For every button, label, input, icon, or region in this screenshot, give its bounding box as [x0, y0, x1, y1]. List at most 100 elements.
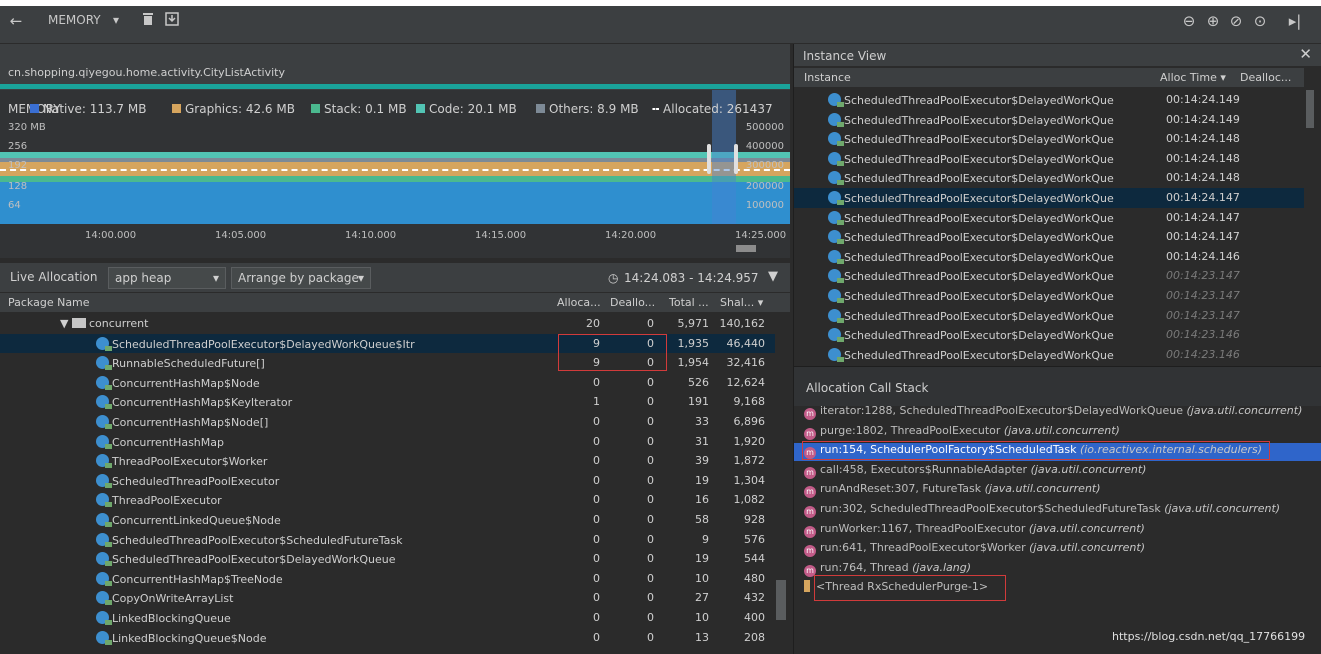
alloc-time: 00:14:24.148	[1166, 171, 1240, 185]
expand-arrow-icon[interactable]: ▼	[60, 317, 72, 330]
cell-alloc: 0	[593, 532, 600, 546]
col-package-name[interactable]: Package Name	[8, 296, 90, 309]
table-row[interactable]: ▼ concurrent 20 0 5,971 140,162	[0, 314, 775, 334]
selection-handle-left[interactable]	[707, 144, 711, 174]
stack-frame[interactable]: m call:458, Executors$RunnableAdapter (ja…	[804, 463, 1146, 481]
table-row[interactable]: ThreadPoolExecutor$Worker 0 0 39 1,872	[0, 451, 775, 471]
instance-scrollbar[interactable]	[1306, 90, 1314, 128]
instance-name: ScheduledThreadPoolExecutor$DelayedWorkQ…	[844, 94, 1114, 107]
memory-timeline[interactable]: MEMORY Native: 113.7 MB Graphics: 42.6 M…	[0, 90, 790, 258]
class-name: ScheduledThreadPoolExecutor	[96, 473, 279, 488]
col-shallow-size[interactable]: Shal... ▾	[720, 296, 763, 309]
col-allocations[interactable]: Alloca...	[557, 296, 601, 309]
col-total-count[interactable]: Total ...	[669, 296, 709, 309]
cell-shallow: 1,920	[733, 434, 766, 448]
instance-row[interactable]: ScheduledThreadPoolExecutor$DelayedWorkQ…	[794, 129, 1304, 149]
col-deallocations[interactable]: Deallo...	[610, 296, 655, 309]
class-icon	[96, 336, 112, 351]
table-row[interactable]: ConcurrentHashMap$Node[] 0 0 33 6,896	[0, 412, 775, 432]
class-icon	[828, 210, 844, 225]
col-instance[interactable]: Instance	[804, 71, 851, 84]
instance-row[interactable]: ScheduledThreadPoolExecutor$DelayedWorkQ…	[794, 168, 1304, 188]
zoom-out-icon[interactable]: ⊖	[1179, 10, 1199, 32]
cell-shallow: 928	[744, 513, 765, 526]
instance-row[interactable]: ScheduledThreadPoolExecutor$DelayedWorkQ…	[794, 306, 1304, 326]
alloc-time: 00:14:23.147	[1166, 289, 1240, 302]
cell-total: 1,935	[677, 336, 710, 350]
cell-total: 58	[695, 513, 709, 526]
class-icon	[828, 269, 844, 284]
chevron-down-icon[interactable]: ▾	[113, 13, 119, 27]
class-icon	[828, 347, 844, 362]
instance-row[interactable]: ScheduledThreadPoolExecutor$DelayedWorkQ…	[794, 266, 1304, 286]
trash-icon[interactable]	[138, 10, 158, 32]
instance-row[interactable]: ScheduledThreadPoolExecutor$DelayedWorkQ…	[794, 110, 1304, 130]
table-row[interactable]: ConcurrentHashMap$TreeNode 0 0 10 480	[0, 569, 775, 589]
stack-frame[interactable]: m runAndReset:307, FutureTask (java.util.…	[804, 482, 1101, 500]
stack-frame[interactable]: m run:641, ThreadPoolExecutor$Worker (jav…	[804, 541, 1145, 559]
heap-select[interactable]: app heap ▾	[108, 267, 226, 289]
instance-row[interactable]: ScheduledThreadPoolExecutor$DelayedWorkQ…	[794, 227, 1304, 247]
arrange-select[interactable]: Arrange by package ▾	[231, 267, 371, 289]
table-row[interactable]: ScheduledThreadPoolExecutor$DelayedWorkQ…	[0, 549, 775, 569]
frame-package: (java.util.concurrent)	[1186, 404, 1303, 417]
instance-row[interactable]: ScheduledThreadPoolExecutor$DelayedWorkQ…	[794, 149, 1304, 169]
class-icon	[828, 191, 844, 205]
zoom-fit-icon[interactable]: ⊙	[1250, 10, 1270, 32]
instance-row[interactable]: ScheduledThreadPoolExecutor$DelayedWorkQ…	[794, 286, 1304, 306]
selection-handle-right[interactable]	[734, 144, 738, 174]
cell-alloc: 0	[593, 513, 600, 526]
class-name-text: ThreadPoolExecutor$Worker	[112, 455, 268, 469]
alloc-time: 00:14:24.147	[1166, 210, 1240, 224]
cell-dealloc: 0	[647, 513, 654, 526]
col-dealloc-time[interactable]: Dealloc...	[1240, 71, 1291, 84]
table-row[interactable]: ConcurrentHashMap 0 0 31 1,920	[0, 432, 775, 452]
heap-dump-icon[interactable]	[162, 10, 182, 32]
go-live-icon[interactable]: ▸|	[1285, 10, 1305, 32]
instance-row[interactable]: ScheduledThreadPoolExecutor$DelayedWorkQ…	[794, 188, 1304, 208]
table-row[interactable]: CopyOnWriteArrayList 0 0 27 432	[0, 588, 775, 608]
profiler-dropdown[interactable]: MEMORY	[48, 13, 101, 27]
reset-zoom-icon[interactable]: ⊘	[1226, 10, 1246, 32]
stack-frame[interactable]: m purge:1802, ThreadPoolExecutor (java.ut…	[804, 424, 1120, 442]
col-alloc-time[interactable]: Alloc Time ▾	[1160, 71, 1226, 84]
table-row[interactable]: ConcurrentHashMap$Node 0 0 526 12,624	[0, 373, 775, 393]
frame-method: run:764, Thread	[820, 560, 909, 574]
table-row[interactable]: ConcurrentHashMap$KeyIterator 1 0 191 9,168	[0, 392, 775, 412]
table-row[interactable]: LinkedBlockingQueue$Node 0 0 13 208	[0, 628, 775, 648]
table-scrollbar[interactable]	[776, 580, 786, 620]
stack-frame[interactable]: m iterator:1288, ScheduledThreadPoolExecu…	[804, 404, 1302, 422]
class-name-text: CopyOnWriteArrayList	[112, 592, 234, 606]
filter-icon[interactable]: ▼	[768, 269, 778, 284]
table-row[interactable]: ScheduledThreadPoolExecutor 0 0 19 1,304	[0, 471, 775, 491]
timeline-scrollbar[interactable]	[736, 245, 756, 252]
alloc-time: 00:14:23.146	[1166, 347, 1240, 361]
table-row[interactable]: ScheduledThreadPoolExecutor$ScheduledFut…	[0, 530, 775, 550]
highlight-box	[802, 441, 1270, 461]
instance-row[interactable]: ScheduledThreadPoolExecutor$DelayedWorkQ…	[794, 247, 1304, 267]
close-icon[interactable]: ✕	[1299, 45, 1312, 63]
cell-dealloc: 0	[647, 375, 654, 389]
alloc-time: 00:14:23.146	[1166, 328, 1240, 342]
class-name-text: ScheduledThreadPoolExecutor$DelayedWorkQ…	[112, 337, 415, 351]
class-name-text: LinkedBlockingQueue$Node	[112, 631, 267, 645]
table-row[interactable]: ConcurrentLinkedQueue$Node 0 0 58 928	[0, 510, 775, 530]
zoom-in-icon[interactable]: ⊕	[1203, 10, 1223, 32]
instance-row[interactable]: ScheduledThreadPoolExecutor$DelayedWorkQ…	[794, 208, 1304, 228]
instance-row[interactable]: ScheduledThreadPoolExecutor$DelayedWorkQ…	[794, 345, 1304, 364]
instance-row[interactable]: ScheduledThreadPoolExecutor$DelayedWorkQ…	[794, 325, 1304, 345]
stack-frame[interactable]: m runWorker:1167, ThreadPoolExecutor (jav…	[804, 522, 1145, 540]
x-axis-tick: 14:20.000	[605, 230, 657, 241]
cell-dealloc: 0	[647, 552, 654, 566]
stack-frame[interactable]: m run:302, ScheduledThreadPoolExecutor$Sc…	[804, 502, 1280, 520]
class-name: CopyOnWriteArrayList	[96, 591, 234, 606]
y-axis-left-label: 128	[8, 181, 28, 192]
class-icon	[96, 434, 112, 449]
instance-row[interactable]: ScheduledThreadPoolExecutor$DelayedWorkQ…	[794, 90, 1304, 110]
back-arrow-icon[interactable]: ←	[6, 10, 26, 32]
cell-shallow: 46,440	[726, 336, 766, 350]
table-row[interactable]: ThreadPoolExecutor 0 0 16 1,082	[0, 490, 775, 510]
y-axis-right-label: 200000	[745, 181, 784, 192]
table-row[interactable]: LinkedBlockingQueue 0 0 10 400	[0, 608, 775, 628]
cell-shallow: 208	[744, 630, 765, 644]
